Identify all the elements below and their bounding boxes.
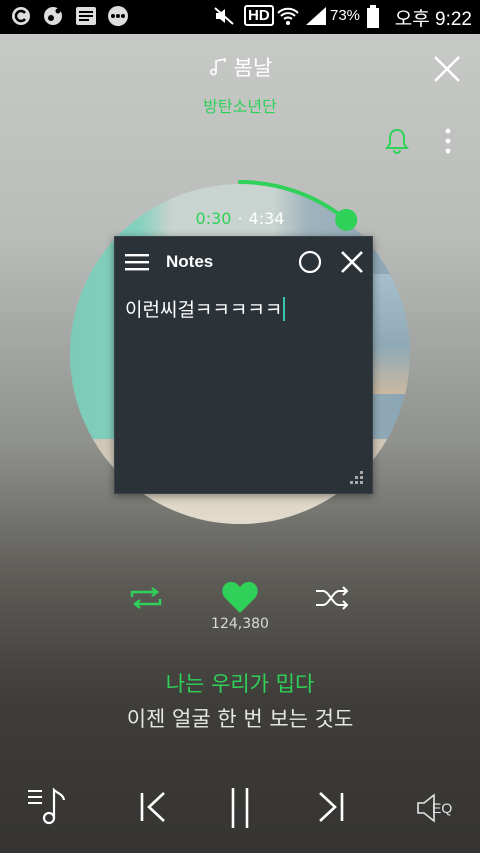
previous-icon[interactable] [138,790,168,824]
song-title-text: 봄날 [233,56,273,80]
text-caret [283,297,286,321]
next-icon[interactable] [316,790,346,824]
shuffle-icon[interactable] [314,585,352,611]
more-options-icon[interactable] [440,127,456,155]
hamburger-menu-icon[interactable] [125,253,149,271]
time-current: 0:30 [195,209,232,228]
song-title: 봄날 [0,52,480,82]
time-separator: · [237,209,243,228]
chat-notification-icon [108,6,128,26]
notes-title: Notes [166,252,214,271]
signal-icon [306,7,326,25]
playlist-icon[interactable] [28,786,68,826]
artist-name[interactable]: 방탄소년단 [0,93,480,117]
clock: 오후 9:22 [394,9,472,30]
mute-icon [214,7,234,25]
app-notification-icon [12,7,30,25]
close-icon[interactable] [340,250,364,274]
notes-text-field[interactable]: 이런씨걸ㅋㅋㅋㅋㅋ [125,295,363,475]
notes-content: 이런씨걸ㅋㅋㅋㅋㅋ [125,299,283,321]
music-notification-icon [44,7,62,25]
notes-window[interactable]: Notes 이런씨걸ㅋㅋㅋㅋㅋ [114,236,373,494]
lyric-next[interactable]: 이젠 얼굴 한 번 보는 것도 [0,703,480,733]
lyric-current[interactable]: 나는 우리가 밉다 [0,668,480,698]
time-total: 4:34 [248,209,285,228]
like-count: 124,380 [211,616,269,632]
battery-icon [367,5,379,28]
music-note-icon [209,58,226,76]
heart-icon[interactable] [221,580,259,614]
status-bar: HD 73% 오후 9:22 [0,0,480,34]
news-notification-icon [76,7,96,25]
battery-percent: 73% [330,7,361,24]
close-player-button[interactable] [432,54,462,84]
eq-label[interactable]: EQ [432,800,452,816]
wifi-icon [277,7,299,25]
pause-icon[interactable] [228,786,252,830]
notes-titlebar[interactable]: Notes [115,237,372,287]
resize-grip-icon[interactable] [348,469,364,485]
bell-icon[interactable] [384,127,410,155]
time-display: 0:30 · 4:34 [0,209,480,228]
minimize-circle-icon[interactable] [298,250,322,274]
repeat-icon[interactable] [128,585,164,611]
hd-voice-badge: HD [244,5,274,26]
